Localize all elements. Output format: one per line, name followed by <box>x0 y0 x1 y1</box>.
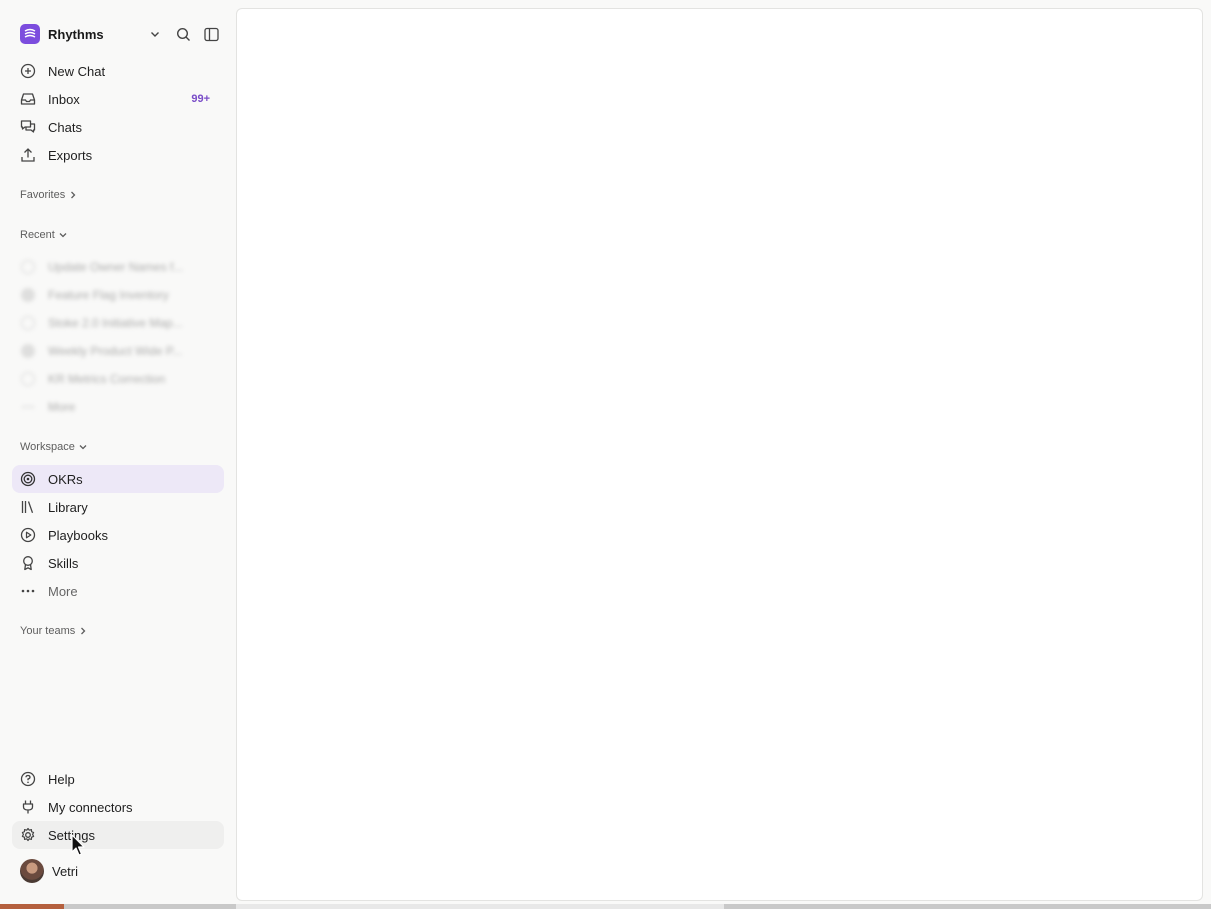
nav-playbooks[interactable]: Playbooks <box>12 521 224 549</box>
section-recent[interactable]: Recent <box>20 229 68 241</box>
section-favorites-label: Favorites <box>20 189 66 201</box>
upload-icon <box>20 147 36 163</box>
avatar <box>20 859 44 883</box>
recent-item[interactable]: Stoke 2.0 Initiative Map... <box>12 309 224 337</box>
recent-more[interactable]: More <box>12 393 224 421</box>
chevron-down-icon <box>78 442 88 452</box>
nav-my-connectors-label: My connectors <box>48 799 133 815</box>
chevron-right-icon <box>68 190 78 200</box>
rhythms-logo-icon <box>20 24 40 44</box>
nav-more-label: More <box>48 583 78 599</box>
circle-icon <box>21 288 35 302</box>
circle-icon <box>21 344 35 358</box>
nav-inbox[interactable]: Inbox 99+ <box>12 85 224 113</box>
recent-more-label: More <box>48 400 76 414</box>
help-circle-icon <box>20 771 36 787</box>
nav-new-chat[interactable]: New Chat <box>12 57 224 85</box>
circle-icon <box>21 260 35 274</box>
scrollbar-segment <box>0 904 64 909</box>
section-favorites[interactable]: Favorites <box>20 189 78 201</box>
section-recent-label: Recent <box>20 229 55 241</box>
user-profile[interactable]: Vetri <box>20 859 78 883</box>
nav-skills[interactable]: Skills <box>12 549 224 577</box>
inbox-count-badge: 99+ <box>191 93 210 105</box>
section-workspace-label: Workspace <box>20 441 75 453</box>
sidebar-toggle-icon[interactable] <box>201 24 221 44</box>
search-icon[interactable] <box>173 24 193 44</box>
recent-item[interactable]: Update Owner Names f... <box>12 253 224 281</box>
recent-item-label: Feature Flag Inventory <box>48 288 169 302</box>
chevron-down-icon <box>58 230 68 240</box>
chat-bubbles-icon <box>20 119 36 135</box>
nav-chats-label: Chats <box>48 119 82 135</box>
more-dots-icon <box>21 400 35 414</box>
sidebar: Rhythms New Chat Inbox 99+ Chats Exports… <box>0 0 236 909</box>
nav-new-chat-label: New Chat <box>48 63 106 79</box>
circle-icon <box>21 316 35 330</box>
nav-playbooks-label: Playbooks <box>48 527 108 543</box>
nav-library[interactable]: Library <box>12 493 224 521</box>
section-your-teams-label: Your teams <box>20 625 76 637</box>
section-workspace[interactable]: Workspace <box>20 441 88 453</box>
nav-help[interactable]: Help <box>12 765 224 793</box>
recent-item-label: Update Owner Names f... <box>48 260 184 274</box>
nav-my-connectors[interactable]: My connectors <box>12 793 224 821</box>
nav-exports[interactable]: Exports <box>12 141 224 169</box>
nav-help-label: Help <box>48 771 75 787</box>
play-circle-icon <box>20 527 36 543</box>
award-icon <box>20 555 36 571</box>
scrollbar-thumb[interactable] <box>236 904 724 909</box>
recent-item[interactable]: Feature Flag Inventory <box>12 281 224 309</box>
chevron-right-icon <box>78 626 88 636</box>
circle-icon <box>21 372 35 386</box>
recent-item[interactable]: Weekly Product Wide P... <box>12 337 224 365</box>
plus-circle-icon <box>20 63 36 79</box>
more-dots-icon <box>20 583 36 599</box>
nav-okrs-label: OKRs <box>48 471 83 487</box>
recent-item-label: Stoke 2.0 Initiative Map... <box>48 316 183 330</box>
nav-more[interactable]: More <box>12 577 224 605</box>
target-icon <box>20 471 36 487</box>
plug-icon <box>20 799 36 815</box>
workspace-name: Rhythms <box>48 26 104 42</box>
nav-settings[interactable]: Settings <box>12 821 224 849</box>
nav-library-label: Library <box>48 499 88 515</box>
recent-item-label: Weekly Product Wide P... <box>48 344 183 358</box>
nav-skills-label: Skills <box>48 555 79 571</box>
recent-item[interactable]: KR Metrics Correction <box>12 365 224 393</box>
main-content-panel <box>236 8 1203 901</box>
user-name: Vetri <box>52 863 79 879</box>
library-icon <box>20 499 36 515</box>
nav-chats[interactable]: Chats <box>12 113 224 141</box>
inbox-icon <box>20 91 36 107</box>
chevron-down-icon[interactable] <box>145 24 165 44</box>
mouse-cursor-icon <box>71 834 87 858</box>
nav-exports-label: Exports <box>48 147 93 163</box>
recent-item-label: KR Metrics Correction <box>48 372 166 386</box>
section-your-teams[interactable]: Your teams <box>20 625 88 637</box>
nav-okrs[interactable]: OKRs <box>12 465 224 493</box>
nav-inbox-label: Inbox <box>48 91 80 107</box>
gear-icon <box>20 827 36 843</box>
workspace-header[interactable]: Rhythms <box>20 22 230 46</box>
